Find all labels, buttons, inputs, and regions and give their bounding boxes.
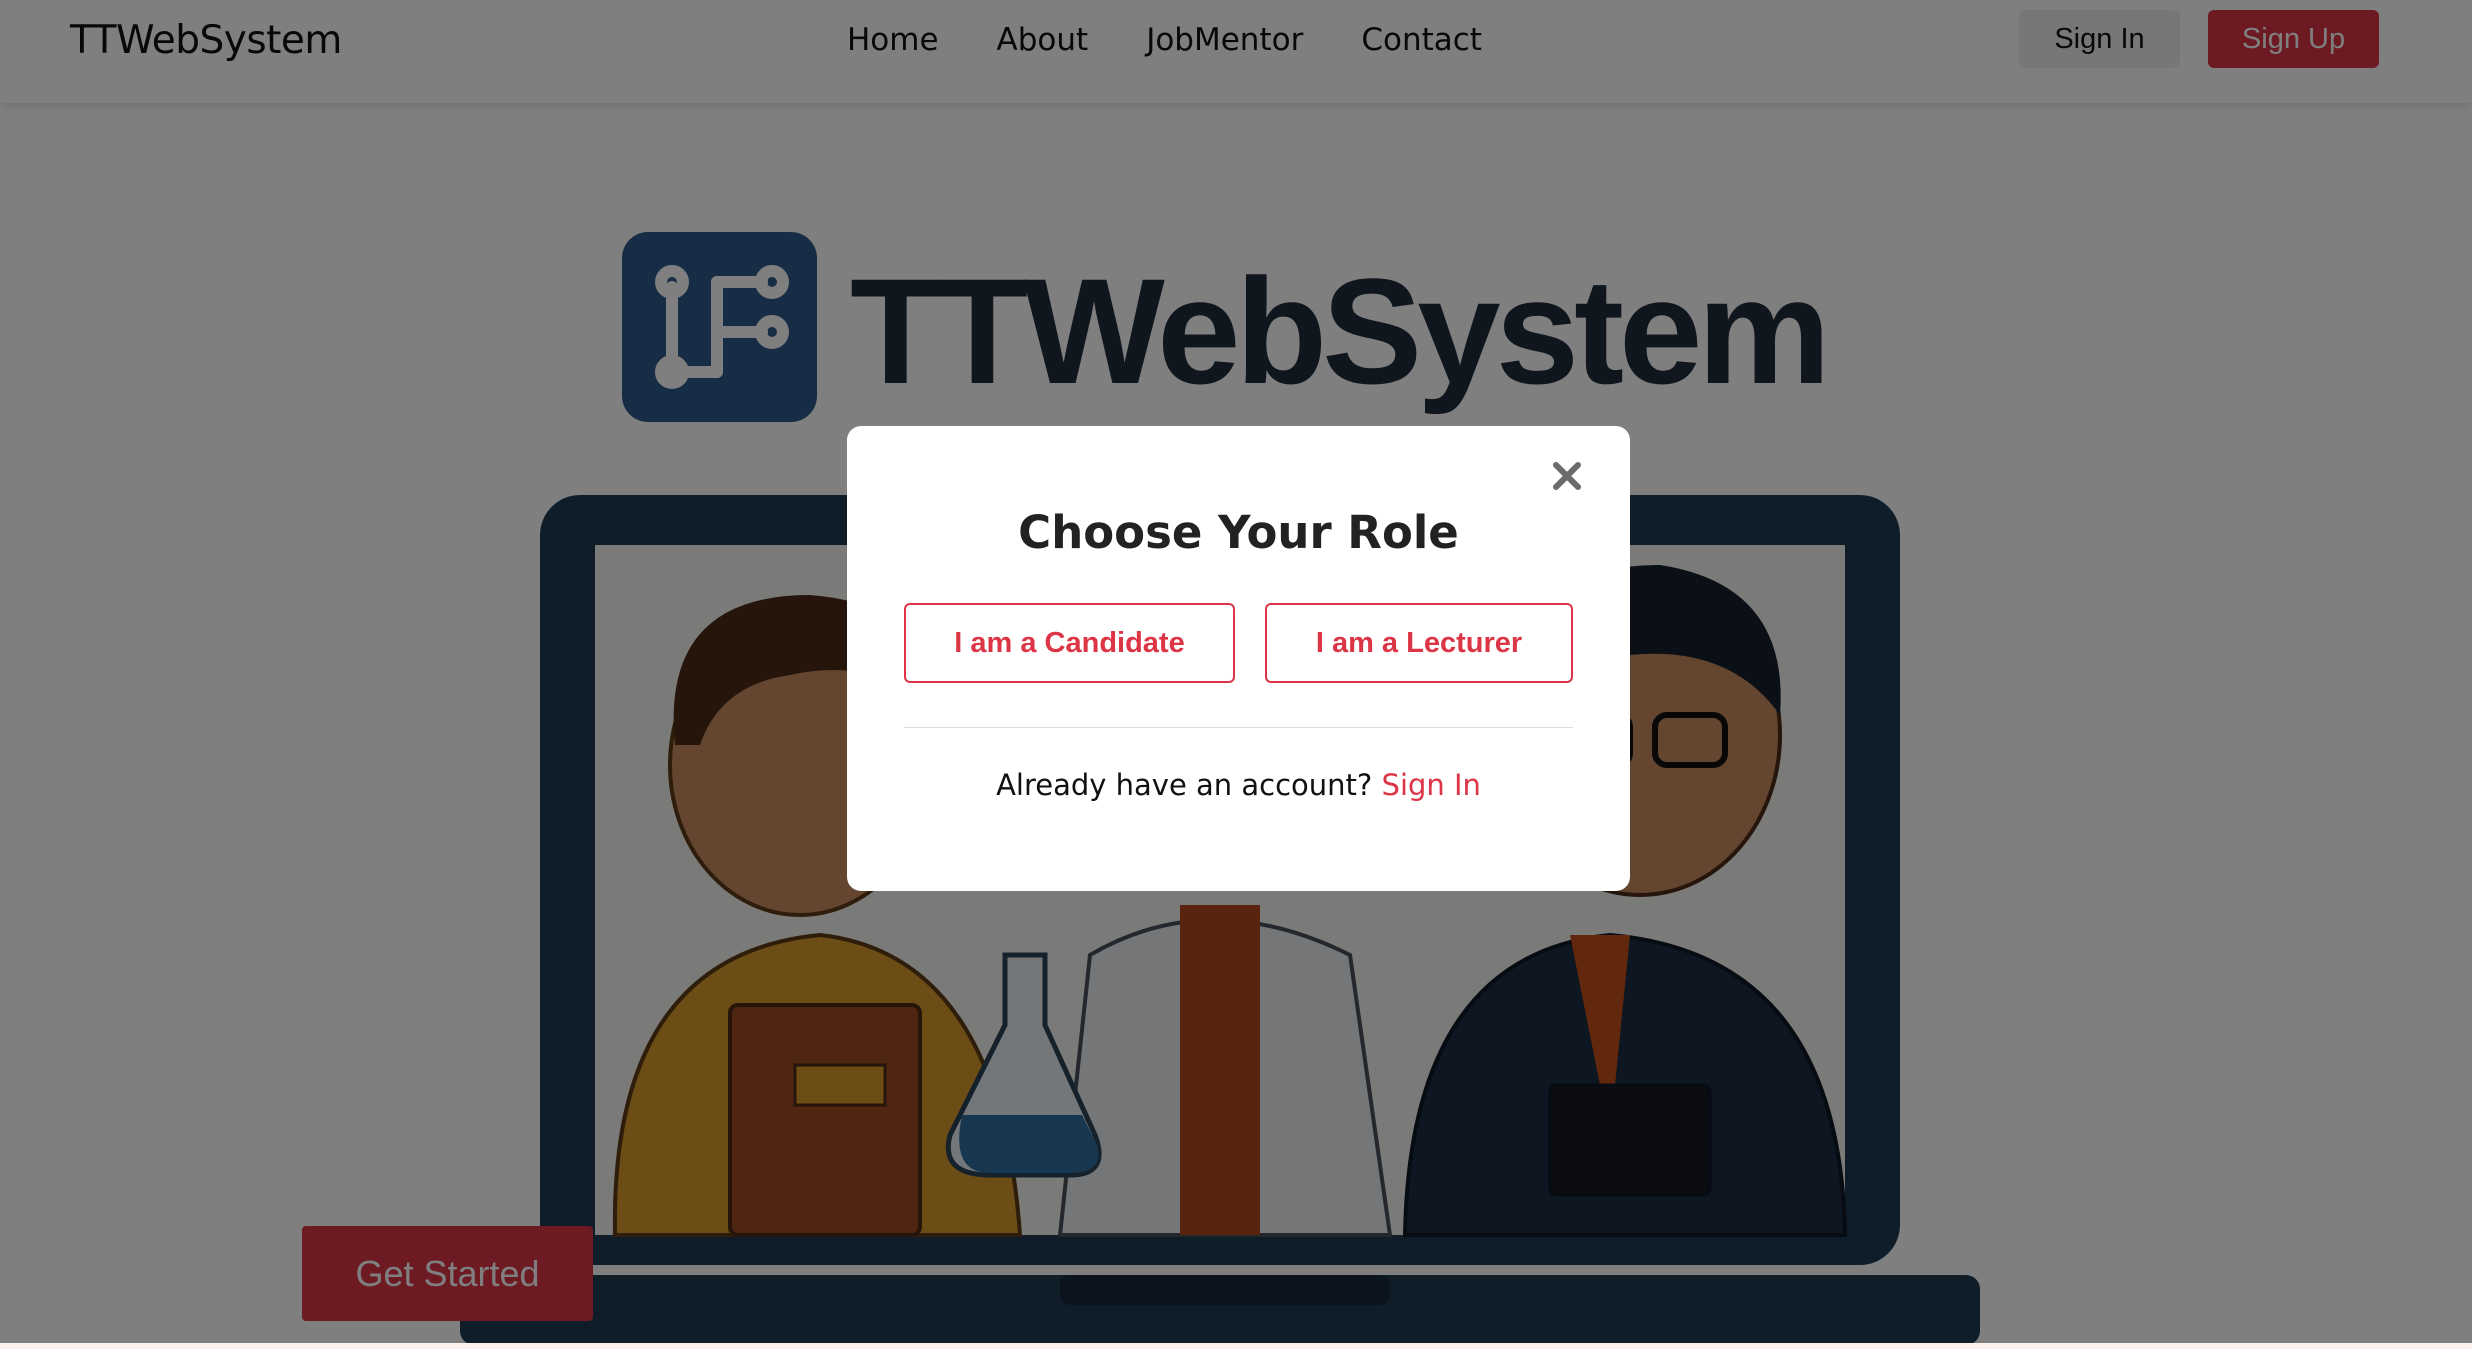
modal-footer: Already have an account? Sign In <box>847 768 1630 802</box>
modal-divider <box>904 727 1573 728</box>
choose-role-modal: Choose Your Role I am a Candidate I am a… <box>847 426 1630 891</box>
lecturer-role-button[interactable]: I am a Lecturer <box>1265 603 1573 683</box>
bottom-strip <box>0 1343 2472 1349</box>
modal-title: Choose Your Role <box>1018 506 1459 559</box>
close-icon[interactable] <box>1547 456 1587 496</box>
account-prompt-text: Already have an account? <box>996 768 1373 802</box>
candidate-role-button[interactable]: I am a Candidate <box>904 603 1235 683</box>
modal-sign-in-link[interactable]: Sign In <box>1382 768 1481 802</box>
